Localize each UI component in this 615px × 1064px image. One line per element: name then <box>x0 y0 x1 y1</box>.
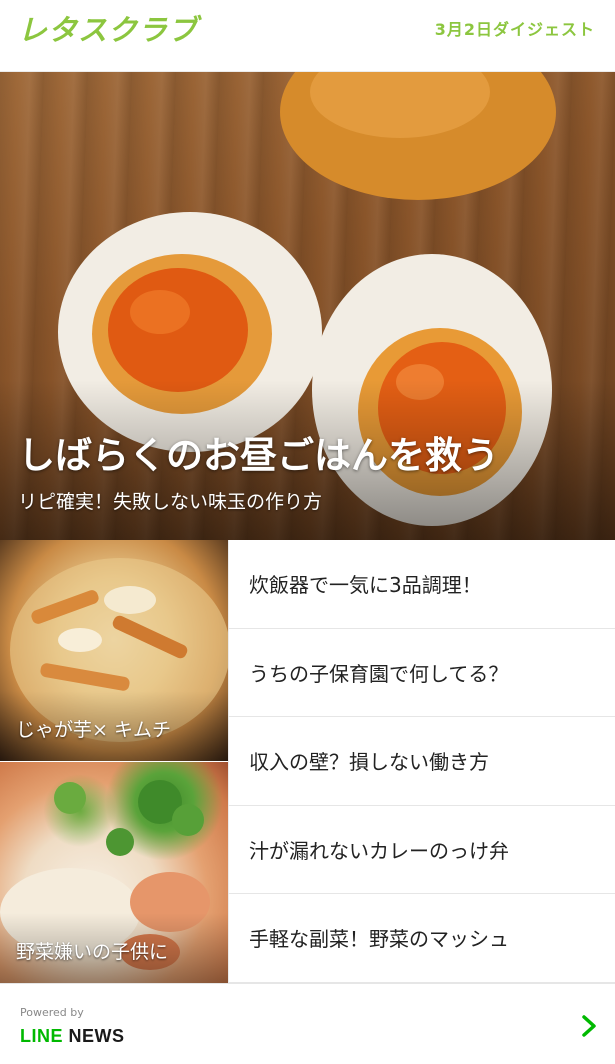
footer-bar[interactable]: Powered by LINE NEWS <box>0 983 615 1064</box>
headline-title[interactable]: うちの子保育園で何してる？ <box>249 660 508 688</box>
chevron-right-icon[interactable] <box>577 1012 601 1040</box>
thumbnail-caption[interactable]: じゃが芋× キムチ <box>16 717 171 743</box>
hero-title[interactable]: しばらくのお昼ごはんを救う <box>18 432 499 480</box>
header-bar: レタスクラブ 3月2日ダイジェスト <box>0 0 615 72</box>
headline-item[interactable]: 手軽な副菜！野菜のマッシュ <box>228 894 615 983</box>
thumbnail-caption[interactable]: 野菜嫌いの子供に <box>16 939 168 965</box>
brand-logo[interactable]: レタスクラブ <box>18 10 198 50</box>
headline-title[interactable]: 汁が漏れないカレーのっけ弁 <box>249 837 509 865</box>
line-news-logo-line: LINE <box>20 1026 64 1046</box>
line-news-logo-news: NEWS <box>63 1026 125 1046</box>
digest-page: レタスクラブ 3月2日ダイジェスト しばらくのお昼ごはんを救う リピ確実！失敗し… <box>0 0 615 1064</box>
thumbnail-card-potato-kimchi[interactable]: じゃが芋× キムチ <box>0 540 228 761</box>
headline-item[interactable]: 汁が漏れないカレーのっけ弁 <box>228 805 615 895</box>
hero-subtitle[interactable]: リピ確実！失敗しない味玉の作り方 <box>18 488 322 516</box>
headline-list: 炊飯器で一気に3品調理！ うちの子保育園で何してる？ 収入の壁？損しない働き方 … <box>228 540 615 983</box>
hero-article[interactable]: しばらくのお昼ごはんを救う リピ確実！失敗しない味玉の作り方 <box>0 72 615 540</box>
digest-date-label: 3月2日ダイジェスト <box>434 20 595 39</box>
line-news-logo[interactable]: LINE NEWS <box>20 1024 125 1048</box>
headline-title[interactable]: 収入の壁？損しない働き方 <box>249 748 489 776</box>
headline-item[interactable]: 炊飯器で一気に3品調理！ <box>228 540 615 629</box>
headline-item[interactable]: うちの子保育園で何してる？ <box>228 628 615 718</box>
powered-by-label: Powered by <box>20 1006 84 1019</box>
headline-item[interactable]: 収入の壁？損しない働き方 <box>228 717 615 806</box>
thumbnail-card-picky-kids[interactable]: 野菜嫌いの子供に <box>0 762 228 983</box>
headline-title[interactable]: 炊飯器で一気に3品調理！ <box>249 571 482 599</box>
headline-title[interactable]: 手軽な副菜！野菜のマッシュ <box>249 925 509 953</box>
